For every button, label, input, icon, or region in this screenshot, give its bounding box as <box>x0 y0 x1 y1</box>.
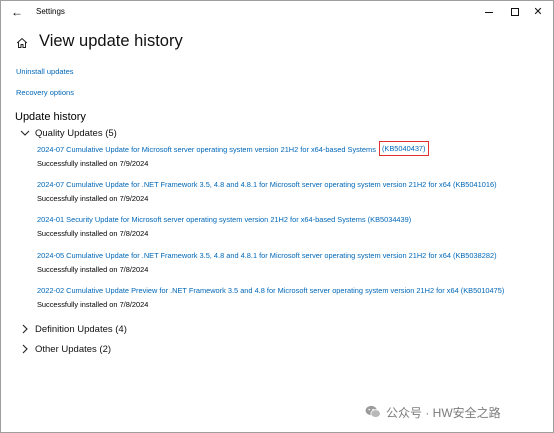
close-icon: ✕ <box>533 5 543 18</box>
update-status-3: Successfully installed on 7/8/2024 <box>37 229 149 238</box>
title-bar: ← Settings ✕ <box>1 1 553 23</box>
minimize-button[interactable] <box>478 4 500 20</box>
minimize-icon <box>485 11 493 13</box>
home-icon[interactable] <box>16 37 28 49</box>
definition-updates-group[interactable]: Definition Updates (4) <box>19 322 127 336</box>
update-link-2[interactable]: 2024-07 Cumulative Update for .NET Frame… <box>37 180 497 189</box>
chevron-down-icon <box>20 130 30 136</box>
maximize-button[interactable] <box>504 4 526 20</box>
definition-updates-label: Definition Updates (4) <box>35 323 127 335</box>
update-link-3[interactable]: 2024-01 Security Update for Microsoft se… <box>37 215 411 224</box>
recovery-options-link[interactable]: Recovery options <box>16 88 74 97</box>
update-title-text: 2024-07 Cumulative Update for Microsoft … <box>37 145 376 154</box>
update-link-5[interactable]: 2022-02 Cumulative Update Preview for .N… <box>37 286 504 295</box>
other-updates-label: Other Updates (2) <box>35 343 112 355</box>
settings-window: ← Settings ✕ View update history Uninsta… <box>0 0 554 433</box>
page-title: View update history <box>39 32 183 50</box>
watermark: 公众号 · HW安全之路 <box>365 404 501 420</box>
quality-updates-label: Quality Updates (5) <box>35 127 117 139</box>
uninstall-updates-link[interactable]: Uninstall updates <box>16 67 74 76</box>
wechat-icon <box>365 405 381 418</box>
quality-updates-group[interactable]: Quality Updates (5) <box>19 126 117 140</box>
chevron-right-icon <box>22 324 28 334</box>
maximize-icon <box>511 8 519 16</box>
update-status-2: Successfully installed on 7/9/2024 <box>37 194 149 203</box>
close-button[interactable]: ✕ <box>527 4 549 20</box>
update-history-heading: Update history <box>15 111 86 123</box>
chevron-right-icon <box>22 344 28 354</box>
update-link-4[interactable]: 2024-05 Cumulative Update for .NET Frame… <box>37 251 497 260</box>
other-updates-group[interactable]: Other Updates (2) <box>19 342 111 356</box>
update-status-5: Successfully installed on 7/8/2024 <box>37 300 149 309</box>
back-arrow-icon[interactable]: ← <box>9 4 25 20</box>
update-link-1[interactable]: 2024-07 Cumulative Update for Microsoft … <box>37 141 429 156</box>
update-status-4: Successfully installed on 7/8/2024 <box>37 265 149 274</box>
kb-highlight-box: (KB5040437) <box>378 141 429 156</box>
update-status-1: Successfully installed on 7/9/2024 <box>37 159 149 168</box>
window-title: Settings <box>36 7 65 16</box>
watermark-text: 公众号 · HW安全之路 <box>386 405 501 420</box>
